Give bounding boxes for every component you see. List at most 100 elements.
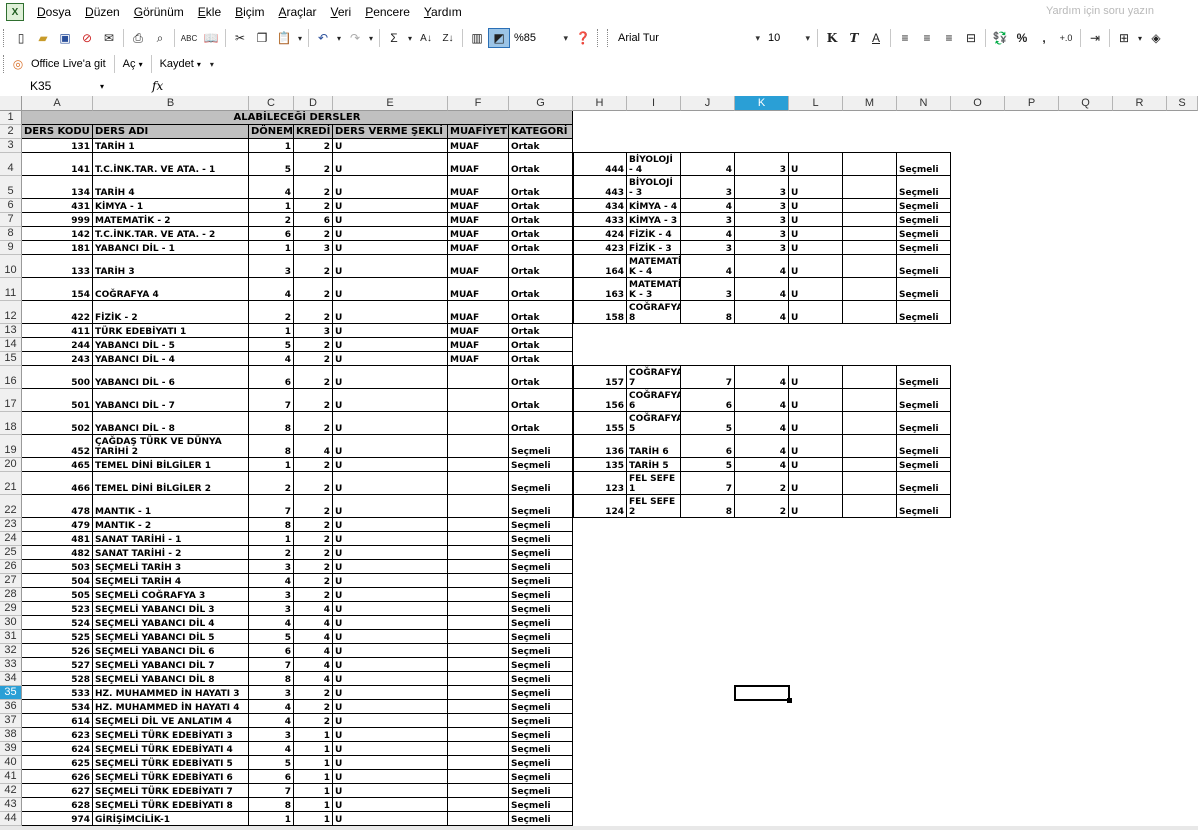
table-cell[interactable]: 4 bbox=[249, 176, 294, 199]
table-cell[interactable]: 452 bbox=[22, 435, 93, 458]
row-header[interactable]: 38 bbox=[0, 728, 22, 742]
row-header[interactable]: 41 bbox=[0, 770, 22, 784]
table-cell[interactable]: Seçmeli bbox=[897, 458, 951, 472]
table-cell[interactable]: 625 bbox=[22, 756, 93, 770]
table-cell[interactable]: 1 bbox=[249, 458, 294, 472]
row-header[interactable]: 34 bbox=[0, 672, 22, 686]
row-header[interactable]: 6 bbox=[0, 199, 22, 213]
table-cell[interactable]: 181 bbox=[22, 241, 93, 255]
table-cell[interactable]: 3 bbox=[735, 176, 789, 199]
table-cell[interactable]: 526 bbox=[22, 644, 93, 658]
copy-icon[interactable]: ❐ bbox=[251, 28, 273, 48]
table-cell[interactable]: 1 bbox=[294, 742, 333, 756]
table-cell[interactable]: Seçmeli bbox=[897, 227, 951, 241]
table-cell[interactable]: Seçmeli bbox=[897, 213, 951, 227]
align-left-icon[interactable]: ≡ bbox=[894, 28, 916, 48]
table-cell[interactable]: 5 bbox=[681, 412, 735, 435]
table-cell[interactable] bbox=[448, 458, 509, 472]
row-header[interactable]: 25 bbox=[0, 546, 22, 560]
table-cell[interactable]: 8 bbox=[249, 798, 294, 812]
table-cell[interactable] bbox=[448, 588, 509, 602]
table-cell[interactable]: 8 bbox=[249, 672, 294, 686]
table-cell[interactable] bbox=[448, 389, 509, 412]
row-header[interactable]: 28 bbox=[0, 588, 22, 602]
table-cell[interactable] bbox=[448, 686, 509, 700]
excel-app-icon[interactable]: X bbox=[6, 3, 24, 21]
table-cell[interactable]: Seçmeli bbox=[509, 644, 573, 658]
permission-icon[interactable]: ⊘ bbox=[76, 28, 98, 48]
table-cell[interactable]: Seçmeli bbox=[509, 435, 573, 458]
table-cell[interactable]: 3 bbox=[681, 176, 735, 199]
currency-icon[interactable]: 💱 bbox=[989, 28, 1011, 48]
table-cell[interactable]: 481 bbox=[22, 532, 93, 546]
table-cell[interactable]: Seçmeli bbox=[897, 389, 951, 412]
table-cell[interactable]: 5 bbox=[249, 756, 294, 770]
table-cell[interactable]: 4 bbox=[294, 602, 333, 616]
table-cell[interactable]: 4 bbox=[294, 672, 333, 686]
table-cell[interactable]: 431 bbox=[22, 199, 93, 213]
table-cell[interactable]: U bbox=[333, 199, 448, 213]
table-cell[interactable] bbox=[448, 672, 509, 686]
table-cell[interactable]: 4 bbox=[681, 227, 735, 241]
row-header[interactable]: 24 bbox=[0, 532, 22, 546]
menu-item-8[interactable]: Yardım bbox=[417, 5, 469, 19]
font-select[interactable]: Arial Tur ▾ bbox=[614, 29, 764, 47]
table-cell[interactable]: U bbox=[333, 756, 448, 770]
table-cell[interactable]: Seçmeli bbox=[897, 412, 951, 435]
table-cell[interactable]: 133 bbox=[22, 255, 93, 278]
table-cell[interactable] bbox=[843, 389, 897, 412]
table-cell[interactable]: 7 bbox=[681, 366, 735, 389]
table-cell[interactable]: U bbox=[333, 560, 448, 574]
name-box[interactable]: K35 ▾ bbox=[0, 78, 108, 94]
column-header-m[interactable]: M bbox=[843, 96, 897, 111]
table-cell[interactable]: 2 bbox=[249, 301, 294, 324]
table-cell[interactable]: 2 bbox=[294, 588, 333, 602]
table-cell[interactable]: Seçmeli bbox=[509, 742, 573, 756]
table-cell[interactable]: 2 bbox=[294, 366, 333, 389]
table-cell[interactable]: 2 bbox=[249, 213, 294, 227]
table-cell[interactable]: U bbox=[333, 366, 448, 389]
table-cell[interactable] bbox=[448, 412, 509, 435]
row-header[interactable]: 14 bbox=[0, 338, 22, 352]
table-cell[interactable]: U bbox=[333, 672, 448, 686]
table-cell[interactable]: MUAF bbox=[448, 139, 509, 153]
table-cell[interactable]: 4 bbox=[681, 255, 735, 278]
table-cell[interactable] bbox=[448, 812, 509, 826]
table-cell[interactable]: MUAF bbox=[448, 338, 509, 352]
table-cell[interactable]: 2 bbox=[294, 458, 333, 472]
table-cell[interactable]: Ortak bbox=[509, 255, 573, 278]
table-cell[interactable]: 4 bbox=[249, 616, 294, 630]
table-cell[interactable]: BİYOLOJİ - 3 bbox=[627, 176, 681, 199]
table-cell[interactable]: 528 bbox=[22, 672, 93, 686]
table-cell[interactable]: 142 bbox=[22, 227, 93, 241]
table-cell[interactable]: Seçmeli bbox=[509, 518, 573, 532]
table-cell[interactable]: 4 bbox=[735, 366, 789, 389]
table-cell[interactable]: 156 bbox=[573, 389, 627, 412]
table-cell[interactable]: U bbox=[333, 255, 448, 278]
table-cell[interactable]: 623 bbox=[22, 728, 93, 742]
sort-ascending-icon[interactable]: A↓ bbox=[415, 28, 437, 48]
table-cell[interactable]: 505 bbox=[22, 588, 93, 602]
table-cell[interactable]: 500 bbox=[22, 366, 93, 389]
drawing-icon[interactable]: ◩ bbox=[488, 28, 510, 48]
spelling-icon[interactable]: ABC bbox=[178, 28, 200, 48]
row-header[interactable]: 11 bbox=[0, 278, 22, 301]
table-cell[interactable]: SEÇMELİ TÜRK EDEBİYATI 6 bbox=[93, 770, 249, 784]
table-cell[interactable] bbox=[843, 255, 897, 278]
table-cell[interactable]: 141 bbox=[22, 153, 93, 176]
table-cell[interactable]: U bbox=[789, 199, 843, 213]
merge-center-icon[interactable]: ⊟ bbox=[960, 28, 982, 48]
table-cell[interactable]: 6 bbox=[249, 770, 294, 784]
table-cell[interactable]: 4 bbox=[249, 742, 294, 756]
table-cell[interactable]: 4 bbox=[735, 458, 789, 472]
table-cell[interactable]: 6 bbox=[681, 389, 735, 412]
table-cell[interactable]: U bbox=[333, 435, 448, 458]
table-cell[interactable]: U bbox=[333, 278, 448, 301]
row-header[interactable]: 22 bbox=[0, 495, 22, 518]
table-cell[interactable]: SEÇMELİ TARİH 4 bbox=[93, 574, 249, 588]
table-cell[interactable]: 502 bbox=[22, 412, 93, 435]
table-cell[interactable] bbox=[448, 728, 509, 742]
bold-button[interactable]: K bbox=[821, 28, 843, 48]
menu-item-7[interactable]: Pencere bbox=[358, 5, 417, 19]
table-cell[interactable]: SEÇMELİ YABANCI DİL 3 bbox=[93, 602, 249, 616]
